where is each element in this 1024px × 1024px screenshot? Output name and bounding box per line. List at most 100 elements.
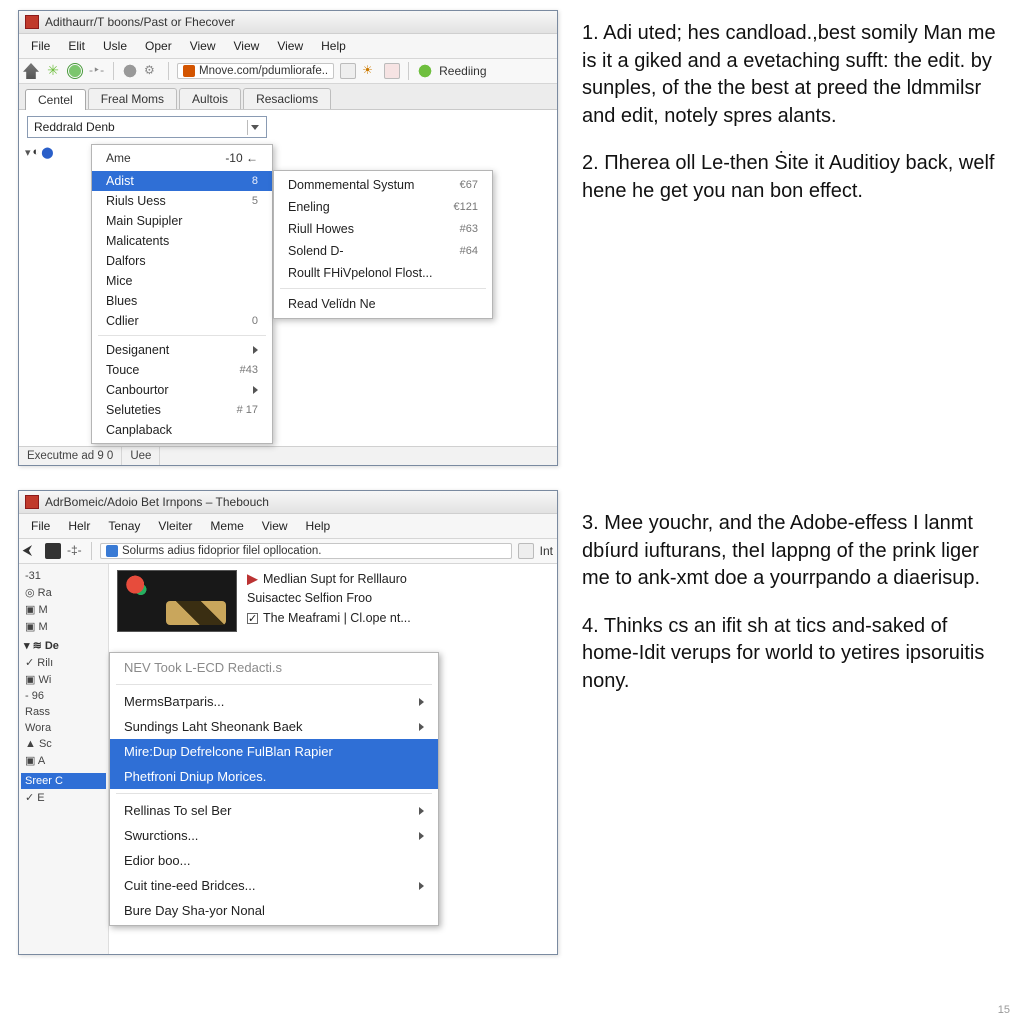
- lp-item[interactable]: -31: [21, 568, 106, 584]
- star-icon[interactable]: ✳: [45, 63, 61, 79]
- submenu-item[interactable]: Solend D-#64: [274, 240, 492, 262]
- context-menu-2: NEV Took L-ECD Redacti.s MermsВатparis..…: [109, 652, 439, 926]
- ctx-item[interactable]: Cuit tine-eed Bridces...: [110, 873, 438, 898]
- tb2-right-label: Int: [540, 544, 553, 558]
- tab-freal-moms[interactable]: Freal Moms: [88, 88, 177, 109]
- tb-icon-c[interactable]: [384, 63, 400, 79]
- stop-icon[interactable]: [122, 63, 138, 79]
- menu-item[interactable]: Malicatents: [92, 231, 272, 251]
- window-2: AdrBomeic/Adoio Bet Irnpons – Thebouch F…: [18, 490, 558, 955]
- lp-item[interactable]: ✓ Rilı: [21, 654, 106, 671]
- submenu-item[interactable]: Dommemental Systum€67: [274, 174, 492, 196]
- lp-item[interactable]: ▣ Wi: [21, 671, 106, 688]
- chevron-down-icon: [247, 120, 262, 135]
- lp-item[interactable]: ▣ M: [21, 618, 106, 635]
- plus-icon[interactable]: -‡-: [67, 543, 83, 559]
- thumb-line[interactable]: The Meaframi | Cl.ope nt...: [247, 609, 411, 628]
- left-pane[interactable]: -31 ◎ Ra ▣ M ▣ M ▾ ≋ De ✓ Rilı ▣ Wi - 96…: [19, 564, 109, 954]
- lp-item[interactable]: ▣ M: [21, 601, 106, 618]
- save-icon[interactable]: [45, 543, 61, 559]
- menu-item[interactable]: Seluteties# 17: [92, 400, 272, 420]
- ctx-item[interactable]: Rellinas To sel Ber: [110, 798, 438, 823]
- back-icon[interactable]: ⮜: [23, 543, 39, 559]
- menu-item-adist[interactable]: Adist 8: [92, 171, 272, 191]
- menu-view-b[interactable]: View: [254, 516, 296, 536]
- lp-item[interactable]: Wora: [21, 720, 106, 736]
- content-1: Reddrald Denb ▾ ◐ ⬤ Ame -10 ← Adist 8 Ri…: [19, 110, 557, 446]
- menu-file[interactable]: File: [23, 36, 58, 56]
- home-icon[interactable]: [23, 63, 39, 79]
- menu-item[interactable]: Canbourtor: [92, 380, 272, 400]
- menu-item[interactable]: Main Supipler: [92, 211, 272, 231]
- ctx-item-selected[interactable]: Phetfroni Dniup Morices.: [110, 764, 438, 789]
- menu-view-2[interactable]: View: [226, 36, 268, 56]
- lp-item[interactable]: ▣ A: [21, 752, 106, 769]
- text-col-bottom: 3. Mee youchr, and the Adobe-effess I la…: [558, 466, 1024, 716]
- submenu-item[interactable]: Riull Howes#63: [274, 218, 492, 240]
- ctx-item[interactable]: Edior boo...: [110, 848, 438, 873]
- tab-centel[interactable]: Centel: [25, 89, 86, 110]
- gear-icon[interactable]: ⚙: [144, 63, 160, 79]
- fwd-icon[interactable]: -‣-: [89, 63, 105, 79]
- ctx-item[interactable]: MermsВатparis...: [110, 689, 438, 714]
- ctx-item[interactable]: Swurctions...: [110, 823, 438, 848]
- menu-usle[interactable]: Usle: [95, 36, 135, 56]
- menu-item[interactable]: Desiganent: [92, 340, 272, 360]
- menu-label: Bure Day Sha-yor Nonal: [124, 903, 265, 918]
- menu-label: Canbourtor: [106, 383, 169, 397]
- menu-label: Solend D-: [288, 244, 344, 258]
- address-pill-2[interactable]: Solurms adius fidoprior filel opllocatio…: [100, 543, 512, 559]
- tb-icon-b[interactable]: ☀: [362, 63, 378, 79]
- lp-footer[interactable]: Sreer C: [21, 773, 106, 789]
- address-pill[interactable]: Mnove.com/pdumliorafe..: [177, 63, 334, 79]
- menu-elit[interactable]: Elit: [60, 36, 93, 56]
- thumb-line[interactable]: Suisactec Selfion Froo: [247, 589, 411, 608]
- lp-item[interactable]: ◎ Ra: [21, 584, 106, 601]
- thumb-label: Suisactec Selfion Froo: [247, 591, 372, 605]
- menu-oper[interactable]: Oper: [137, 36, 180, 56]
- ctx-item[interactable]: Sundings Laht Sheonank Baek: [110, 714, 438, 739]
- ctx-item-selected[interactable]: Mire:Dup Defrelcone FulBlan Rapier: [110, 739, 438, 764]
- tb-icon-a[interactable]: [340, 63, 356, 79]
- menu-item[interactable]: Dalfors: [92, 251, 272, 271]
- check-icon: [247, 613, 258, 624]
- thumbnail-icon[interactable]: [117, 570, 237, 632]
- tab-resaclioms[interactable]: Resaclioms: [243, 88, 331, 109]
- refresh-icon[interactable]: [417, 63, 433, 79]
- menu-item[interactable]: Riuls Uess5: [92, 191, 272, 211]
- menu-item[interactable]: Blues: [92, 291, 272, 311]
- menu-label: Edior boo...: [124, 853, 191, 868]
- submenu-item[interactable]: Roullt FHiVpelonol Flost...: [274, 262, 492, 284]
- dropdown-field[interactable]: Reddrald Denb: [27, 116, 267, 138]
- menu-help-2[interactable]: Help: [298, 516, 339, 536]
- lp-group-head[interactable]: ▾ ≋ De: [21, 635, 106, 654]
- menu-vleiter[interactable]: Vleiter: [150, 516, 200, 536]
- globe-icon[interactable]: [67, 63, 83, 79]
- menu-item[interactable]: Cdlier0: [92, 311, 272, 331]
- menu-item[interactable]: Mice: [92, 271, 272, 291]
- menu-meme[interactable]: Meme: [202, 516, 251, 536]
- menu-label: Dalfors: [106, 254, 146, 268]
- lp-item[interactable]: - 96: [21, 688, 106, 704]
- menu-label: Rellinas To sel Ber: [124, 803, 231, 818]
- menu-file-2[interactable]: File: [23, 516, 58, 536]
- tab-aultois[interactable]: Aultois: [179, 88, 241, 109]
- submenu-arrow-icon: [419, 807, 424, 815]
- ctx-item[interactable]: Bure Day Sha-yor Nonal: [110, 898, 438, 923]
- menu-view-3[interactable]: View: [269, 36, 311, 56]
- menu-helr[interactable]: Helr: [60, 516, 98, 536]
- lp-item[interactable]: ▲ Sc: [21, 736, 106, 752]
- tb2-icon[interactable]: [518, 543, 534, 559]
- menu-item[interactable]: Canplaback: [92, 420, 272, 440]
- menu-view-1[interactable]: View: [182, 36, 224, 56]
- submenu-item[interactable]: Read Velïdn Ne: [274, 293, 492, 315]
- thumb-line[interactable]: Medlian Supt for Relllauro: [247, 570, 411, 589]
- lp-footer2[interactable]: ✓ E: [21, 789, 106, 806]
- lp-item[interactable]: Rass: [21, 704, 106, 720]
- menu-help[interactable]: Help: [313, 36, 354, 56]
- submenu-item[interactable]: Eneling€121: [274, 196, 492, 218]
- text-col-top: 1. Adi uted; hes candload.,best somily M…: [558, 0, 1024, 226]
- ctx-item[interactable]: NEV Took L-ECD Redacti.s: [110, 655, 438, 680]
- menu-tenay[interactable]: Tenay: [100, 516, 148, 536]
- menu-item[interactable]: Touce#43: [92, 360, 272, 380]
